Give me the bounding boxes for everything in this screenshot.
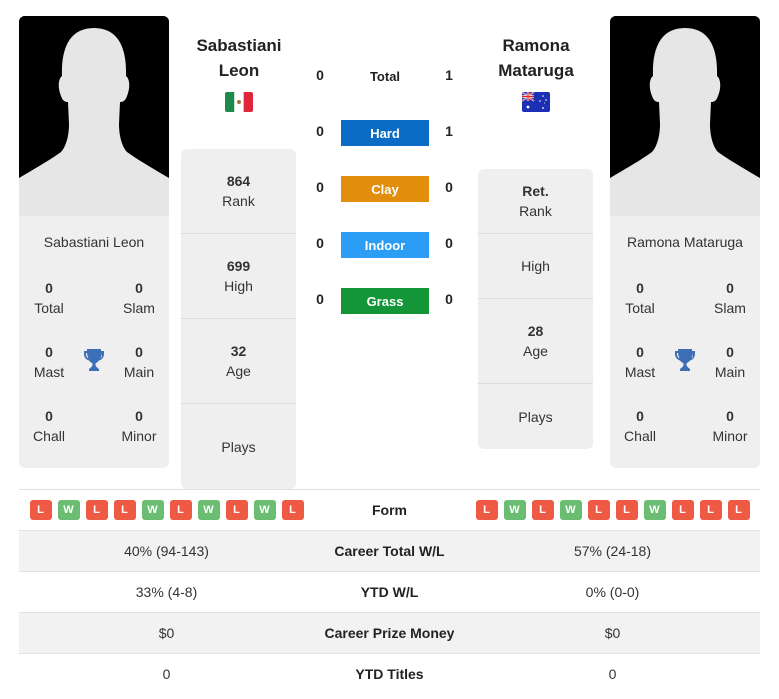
right-player-title[interactable]: Ramona Mataruga: [471, 33, 601, 83]
row-label: YTD Titles: [355, 666, 424, 682]
right-form: LWLWLLWLLL: [465, 500, 760, 520]
h2h-total-label: Total: [369, 69, 401, 84]
right-main-titles: 0 Main: [714, 344, 746, 380]
left-player-card: Sabastiani Leon 0 Total 0 Slam 0 Mast 0 Main…: [19, 16, 169, 468]
form-loss-badge[interactable]: L: [29, 500, 52, 520]
table-row: 40% (94-143) Career Total W/L 57% (24-18…: [19, 530, 760, 571]
form-loss-badge[interactable]: L: [727, 500, 750, 520]
right-value: 57% (24-18): [573, 543, 652, 559]
left-title-line1: Sabastiani: [196, 36, 282, 55]
right-age: 28 Age: [478, 299, 593, 384]
left-main-titles: 0 Main: [123, 344, 155, 380]
table-row: 0 YTD Titles 0: [19, 653, 760, 694]
form-loss-badge[interactable]: L: [85, 500, 108, 520]
right-title-line2: Mataruga: [498, 61, 574, 80]
left-info-column: 864 Rank 699 High 32 Age Plays: [181, 149, 296, 489]
left-chall-titles: 0 Chall: [33, 408, 65, 444]
table-row: 33% (4-8) YTD W/L 0% (0-0): [19, 571, 760, 612]
right-rank: Ret. Rank: [478, 169, 593, 234]
surface-clay-badge[interactable]: Clay: [341, 176, 429, 202]
left-value: 0: [162, 666, 171, 682]
left-high: 699 High: [181, 234, 296, 319]
surface-indoor-badge[interactable]: Indoor: [341, 232, 429, 258]
left-player-title[interactable]: Sabastiani Leon: [174, 33, 304, 83]
silhouette-icon: [610, 16, 760, 216]
h2h-total-left: 0: [316, 67, 324, 83]
right-total-titles: 0 Total: [625, 280, 655, 316]
row-label: Career Prize Money: [324, 625, 455, 641]
left-age: 32 Age: [181, 319, 296, 404]
surface-grass-badge[interactable]: Grass: [341, 288, 429, 314]
h2h-indoor-right: 0: [445, 235, 453, 251]
silhouette-icon: [19, 16, 169, 216]
right-value: 0% (0-0): [585, 584, 640, 600]
h2h-clay-right: 0: [445, 179, 453, 195]
form-win-badge[interactable]: W: [503, 500, 526, 520]
h2h-hard-right: 1: [445, 123, 453, 139]
left-slam-titles: 0 Slam: [123, 280, 155, 316]
form-loss-badge[interactable]: L: [169, 500, 192, 520]
form-loss-badge[interactable]: L: [615, 500, 638, 520]
right-slam-titles: 0 Slam: [714, 280, 746, 316]
right-plays: Plays: [518, 408, 553, 425]
right-value: $0: [604, 625, 621, 641]
h2h-grass-right: 0: [445, 291, 453, 307]
trophy-icon: [675, 349, 695, 371]
right-player-name: Ramona Mataruga: [627, 234, 743, 250]
h2h-clay-left: 0: [316, 179, 324, 195]
left-title-line2: Leon: [218, 61, 260, 80]
right-high: High: [478, 234, 593, 299]
right-mast-titles: 0 Mast: [624, 344, 656, 380]
right-player-card: Ramona Mataruga 0 Total 0 Slam 0 Mast 0 Main…: [610, 16, 760, 468]
h2h-grass-left: 0: [316, 291, 324, 307]
right-minor-titles: 0 Minor: [712, 408, 748, 444]
form-loss-badge[interactable]: L: [699, 500, 722, 520]
left-form: LWLLWLWLWL: [19, 500, 314, 520]
form-loss-badge[interactable]: L: [225, 500, 248, 520]
surface-hard-badge[interactable]: Hard: [341, 120, 429, 146]
table-row: $0 Career Prize Money $0: [19, 612, 760, 653]
form-win-badge[interactable]: W: [57, 500, 80, 520]
form-loss-badge[interactable]: L: [587, 500, 610, 520]
h2h-indoor-left: 0: [316, 235, 324, 251]
form-loss-badge[interactable]: L: [531, 500, 554, 520]
form-row: LWLLWLWLWL Form LWLWLLWLLL: [19, 489, 760, 530]
row-label: YTD W/L: [360, 584, 419, 600]
form-loss-badge[interactable]: L: [475, 500, 498, 520]
right-value: 0: [608, 666, 617, 682]
left-player-name: Sabastiani Leon: [43, 234, 145, 250]
form-label: Form: [372, 502, 407, 518]
h2h-total-right: 1: [445, 67, 453, 83]
right-title-line1: Ramona: [502, 36, 570, 55]
form-loss-badge[interactable]: L: [671, 500, 694, 520]
left-value: 40% (94-143): [124, 543, 209, 559]
australia-flag-icon: [522, 92, 550, 112]
left-player-photo: [19, 16, 169, 216]
right-info-column: Ret. Rank High 28 Age Plays: [478, 169, 593, 449]
form-win-badge[interactable]: W: [643, 500, 666, 520]
mexico-flag-icon: [225, 92, 253, 112]
left-rank: 864 Rank: [181, 149, 296, 234]
form-loss-badge[interactable]: L: [113, 500, 136, 520]
left-value: $0: [158, 625, 175, 641]
left-value: 33% (4-8): [135, 584, 198, 600]
left-plays: Plays: [221, 438, 256, 455]
h2h-hard-left: 0: [316, 123, 324, 139]
left-mast-titles: 0 Mast: [33, 344, 65, 380]
form-win-badge[interactable]: W: [253, 500, 276, 520]
form-win-badge[interactable]: W: [141, 500, 164, 520]
right-player-photo: [610, 16, 760, 216]
form-win-badge[interactable]: W: [197, 500, 220, 520]
trophy-icon: [84, 349, 104, 371]
left-total-titles: 0 Total: [34, 280, 64, 316]
row-label: Career Total W/L: [334, 543, 445, 559]
right-chall-titles: 0 Chall: [624, 408, 656, 444]
form-loss-badge[interactable]: L: [281, 500, 304, 520]
form-win-badge[interactable]: W: [559, 500, 582, 520]
left-minor-titles: 0 Minor: [121, 408, 157, 444]
